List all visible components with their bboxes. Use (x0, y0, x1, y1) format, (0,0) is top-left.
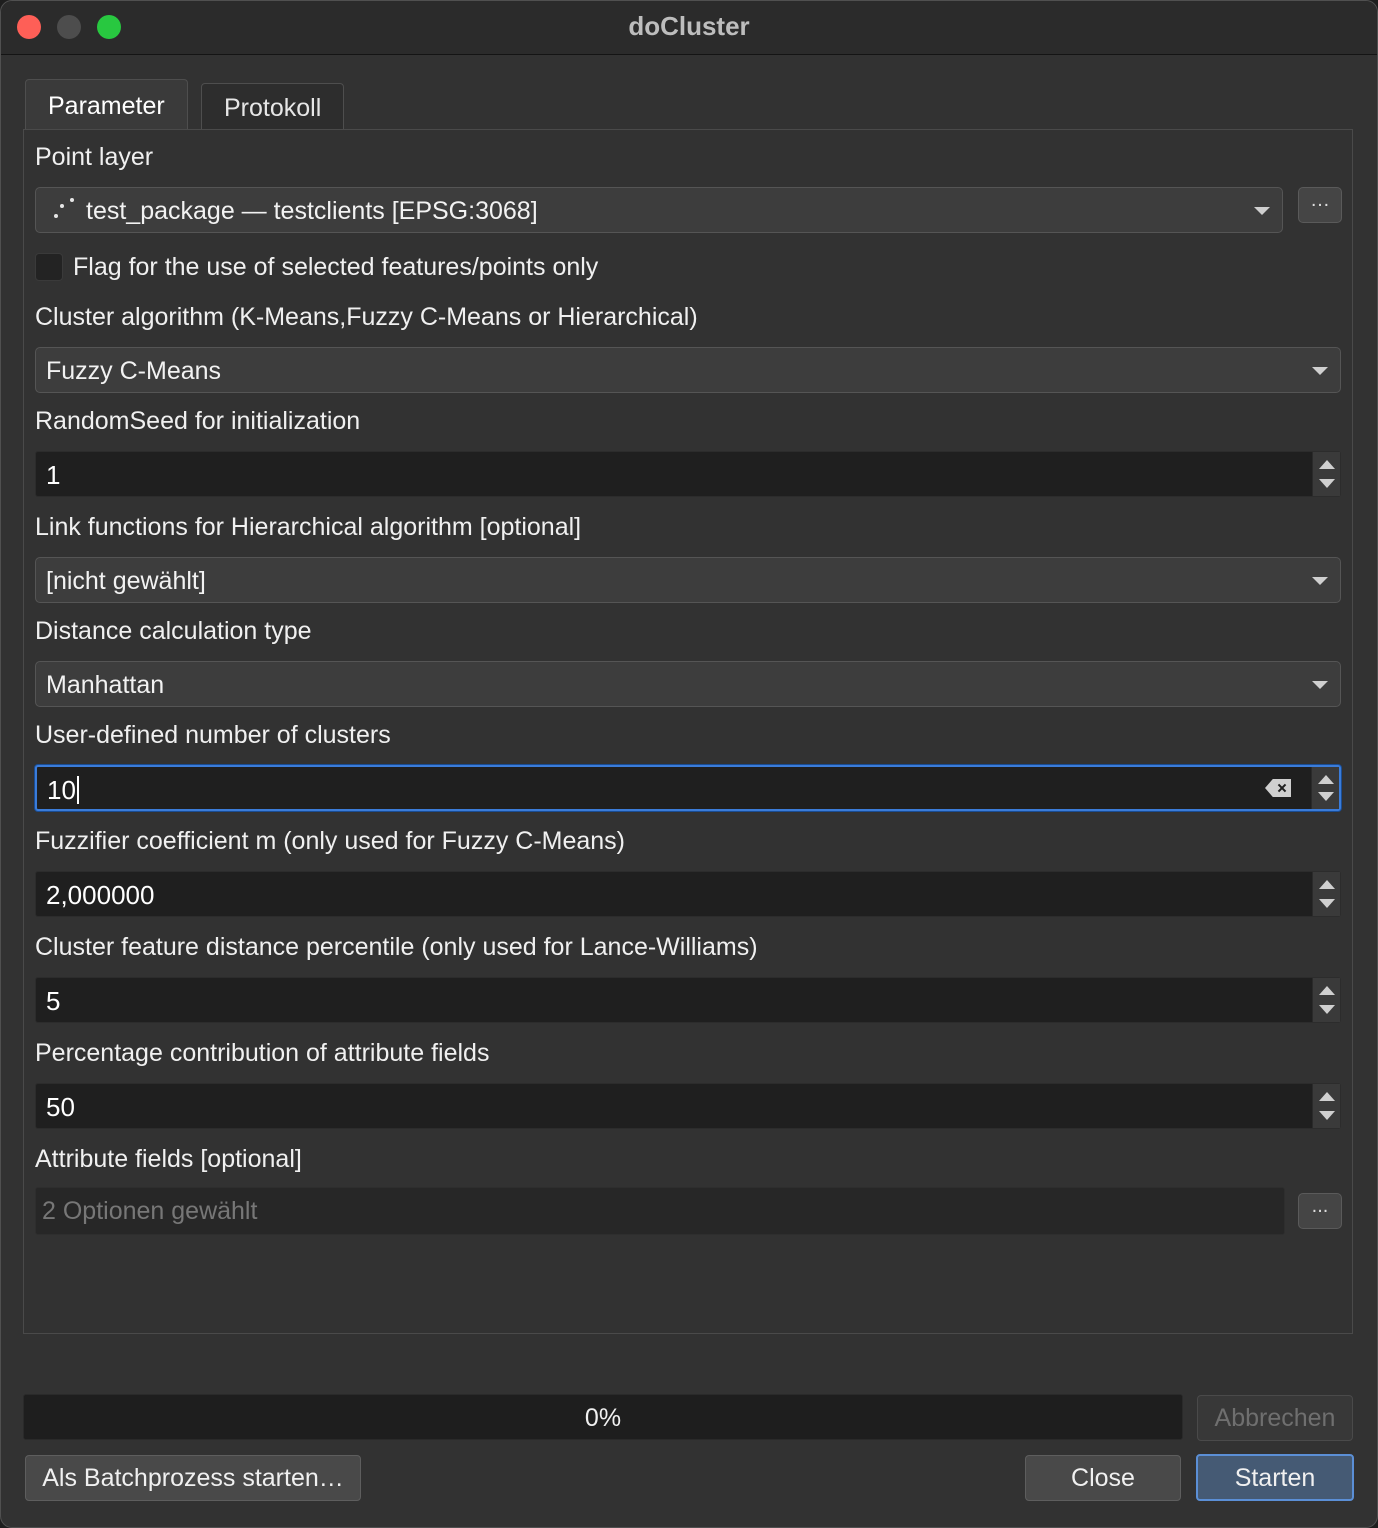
random-seed-value: 1 (46, 460, 61, 490)
attribute-fields-field: 2 Optionen gewählt (35, 1187, 1285, 1235)
spin-down-icon[interactable] (1319, 899, 1335, 908)
close-button[interactable]: Close (1025, 1455, 1181, 1501)
spin-up-icon[interactable] (1318, 775, 1334, 784)
point-layer-label: Point layer (35, 143, 154, 171)
cluster-algorithm-value: Fuzzy C-Means (46, 357, 222, 385)
random-seed-spinbox[interactable]: 1 (35, 451, 1341, 497)
link-functions-value: [nicht gewählt] (46, 567, 206, 595)
title-bar: doCluster (1, 1, 1377, 55)
spin-down-icon[interactable] (1318, 792, 1334, 801)
attribute-percentage-label: Percentage contribution of attribute fie… (35, 1039, 490, 1067)
spin-up-icon[interactable] (1319, 1092, 1335, 1101)
distance-type-label: Distance calculation type (35, 617, 312, 645)
spin-buttons[interactable] (1312, 452, 1340, 496)
progress-bar: 0% (23, 1394, 1183, 1440)
text-cursor (76, 776, 79, 804)
fuzzifier-spinbox[interactable]: 2,000000 (35, 871, 1341, 917)
dialog-window: doCluster Parameter Protokoll Point laye… (0, 0, 1378, 1528)
distance-percentile-value: 5 (46, 986, 61, 1016)
fuzzifier-value: 2,000000 (46, 880, 155, 910)
num-clusters-value: 10 (47, 775, 76, 805)
attribute-percentage-spinbox[interactable]: 50 (35, 1083, 1341, 1129)
num-clusters-label: User-defined number of clusters (35, 721, 391, 749)
distance-type-value: Manhattan (46, 671, 165, 699)
point-layer-options-button[interactable]: … (1298, 187, 1342, 223)
point-layer-combo[interactable]: test_package — testclients [EPSG:3068] (35, 187, 1283, 233)
distance-type-combo[interactable]: Manhattan (35, 661, 1341, 707)
spin-down-icon[interactable] (1319, 1005, 1335, 1014)
spin-buttons[interactable] (1312, 978, 1340, 1022)
selected-only-checkbox[interactable] (35, 253, 63, 281)
spin-up-icon[interactable] (1319, 986, 1335, 995)
spin-buttons[interactable] (1312, 1084, 1340, 1128)
spin-down-icon[interactable] (1319, 479, 1335, 488)
clear-icon[interactable] (1265, 779, 1291, 797)
attribute-fields-label: Attribute fields [optional] (35, 1145, 302, 1173)
cluster-algorithm-label: Cluster algorithm (K-Means,Fuzzy C-Means… (35, 303, 698, 331)
cluster-algorithm-combo[interactable]: Fuzzy C-Means (35, 347, 1341, 393)
random-seed-label: RandomSeed for initialization (35, 407, 361, 435)
chevron-down-icon (1312, 681, 1328, 689)
link-functions-label: Link functions for Hierarchical algorith… (35, 513, 582, 541)
num-clusters-spinbox[interactable]: 10 (35, 765, 1341, 811)
fuzzifier-label: Fuzzifier coefficient m (only used for F… (35, 827, 626, 855)
point-layer-value: test_package — testclients [EPSG:3068] (86, 197, 538, 225)
window-title: doCluster (628, 11, 750, 41)
distance-percentile-spinbox[interactable]: 5 (35, 977, 1341, 1023)
chevron-down-icon (1312, 577, 1328, 585)
distance-percentile-label: Cluster feature distance percentile (onl… (35, 933, 758, 961)
spin-buttons[interactable] (1312, 872, 1340, 916)
attribute-fields-options-button[interactable]: ... (1298, 1193, 1342, 1229)
spin-down-icon[interactable] (1319, 1111, 1335, 1120)
tab-protokoll[interactable]: Protokoll (201, 83, 345, 129)
selected-only-label: Flag for the use of selected features/po… (73, 253, 599, 281)
point-layer-icon (50, 198, 76, 224)
cancel-button[interactable]: Abbrechen (1197, 1395, 1353, 1441)
chevron-down-icon (1312, 367, 1328, 375)
tab-parameter[interactable]: Parameter (25, 79, 188, 129)
link-functions-combo[interactable]: [nicht gewählt] (35, 557, 1341, 603)
chevron-down-icon (1254, 207, 1270, 215)
attribute-percentage-value: 50 (46, 1092, 75, 1122)
spin-up-icon[interactable] (1319, 460, 1335, 469)
spin-up-icon[interactable] (1319, 880, 1335, 889)
spin-buttons[interactable] (1311, 767, 1339, 809)
batch-process-button[interactable]: Als Batchprozess starten… (25, 1455, 361, 1501)
start-button[interactable]: Starten (1196, 1454, 1354, 1501)
progress-label: 0% (584, 1404, 622, 1432)
